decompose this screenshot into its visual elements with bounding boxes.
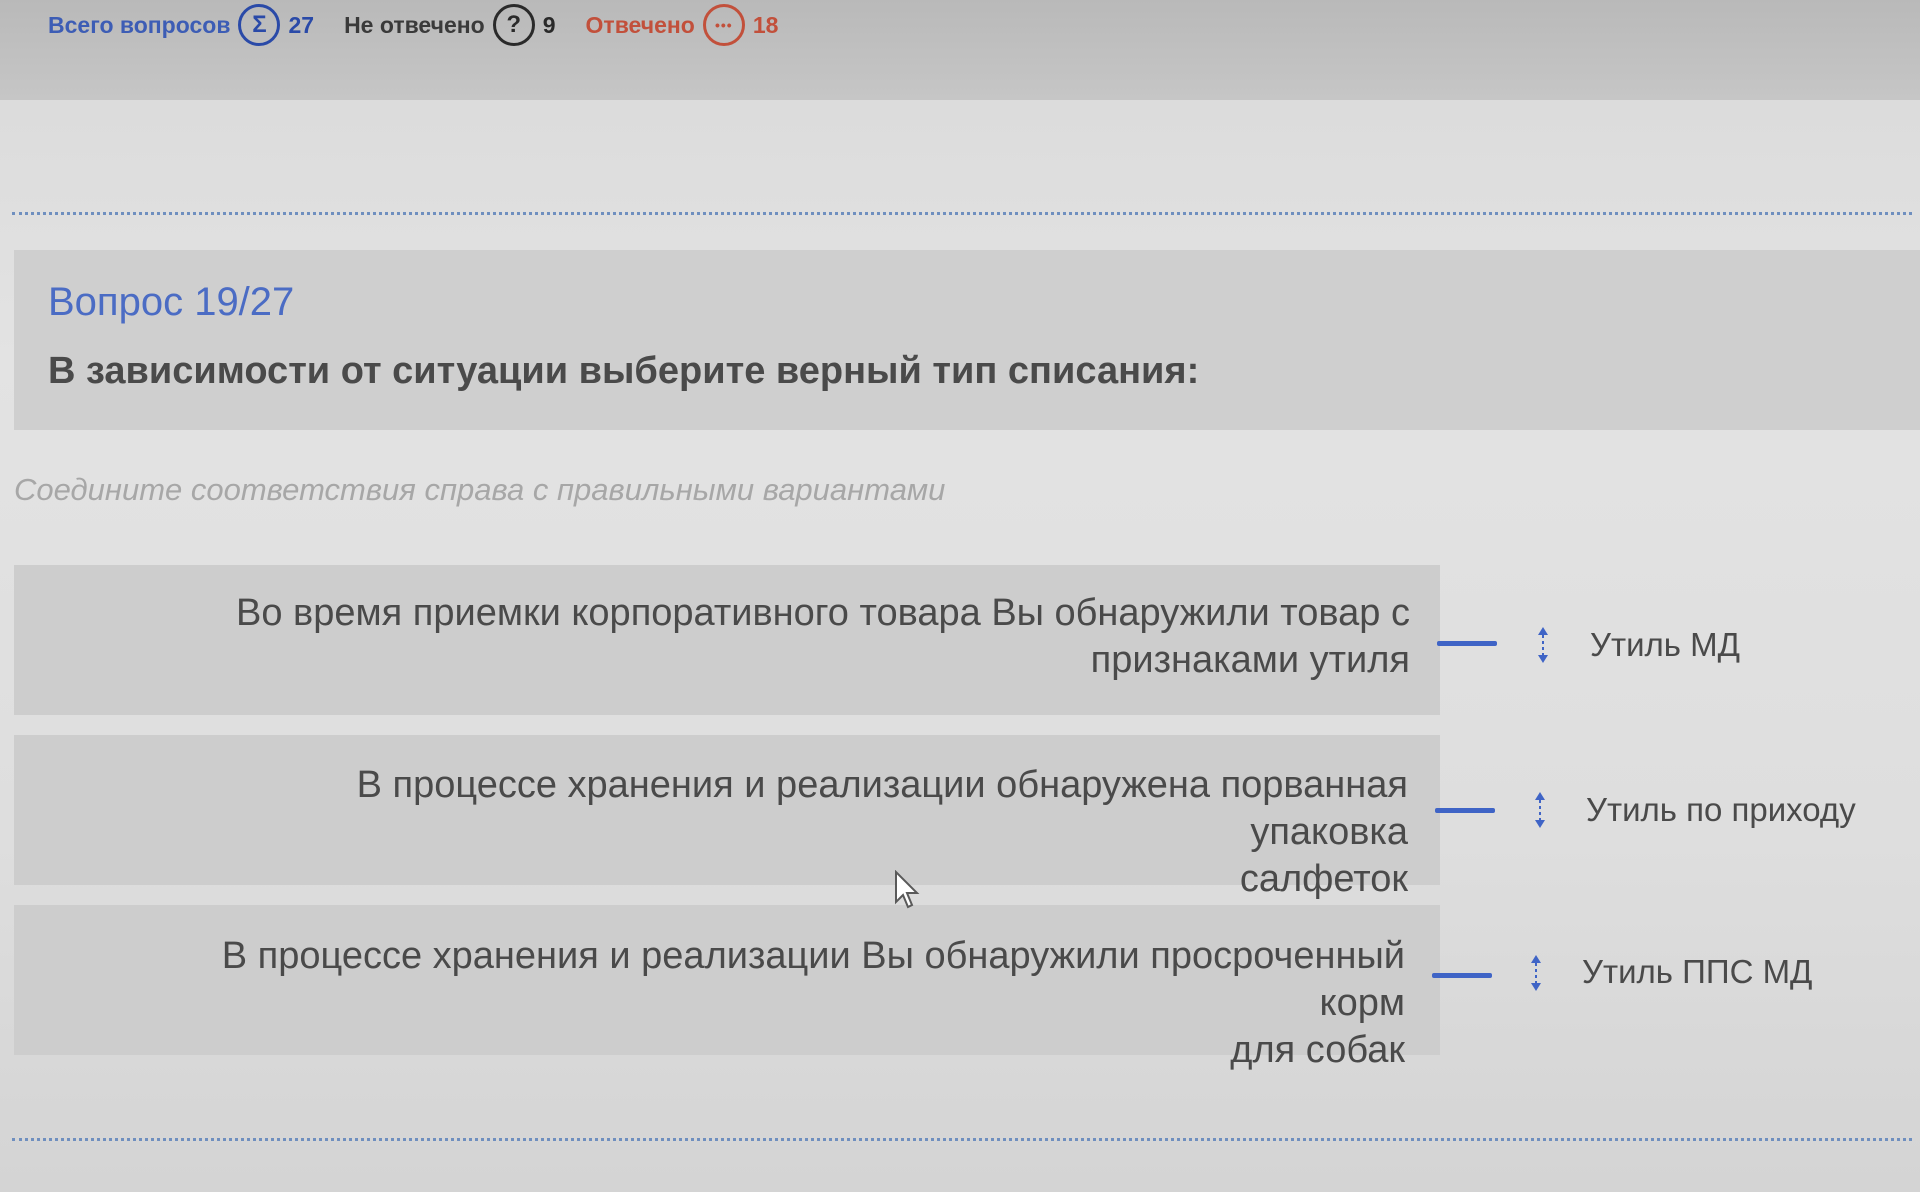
match-premise-line: для собак [1230, 1029, 1405, 1071]
stat-unanswered: Не отвечено ? 9 [344, 4, 556, 46]
question-instruction: Соедините соответствия справа с правильн… [14, 472, 946, 507]
match-connector [1435, 808, 1495, 813]
stat-answered-label: Отвечено [585, 11, 695, 38]
match-premise-line: В процессе хранения и реализации Вы обна… [221, 935, 1405, 1024]
section-divider [12, 212, 1912, 215]
section-divider [12, 1138, 1912, 1141]
dots-icon: ••• [702, 4, 745, 46]
question-stats: Всего вопросов Σ 27 Не отвечено ? 9 Отве… [48, 4, 778, 46]
match-connector [1432, 973, 1492, 978]
drag-handle-icon[interactable] [1532, 790, 1548, 830]
match-premise-line: В процессе хранения и реализации обнаруж… [356, 764, 1408, 853]
mouse-cursor-icon [894, 869, 920, 915]
question-text: В зависимости от ситуации выберите верны… [48, 350, 1200, 392]
stat-total-value: 27 [288, 11, 315, 38]
match-connector [1437, 641, 1497, 646]
match-premise: В процессе хранения и реализации Вы обна… [205, 933, 1405, 1074]
stat-answered-value: 18 [752, 11, 779, 38]
stat-unanswered-label: Не отвечено [344, 11, 485, 38]
drag-handle-icon[interactable] [1535, 625, 1551, 665]
match-premise-line: признаками утиля [1090, 639, 1410, 681]
match-answer[interactable]: Утиль ППС МД [1582, 953, 1812, 991]
match-premise-line: салфеток [1239, 858, 1408, 900]
question-mark-icon: ? [492, 4, 535, 46]
drag-handle-icon[interactable] [1528, 953, 1544, 993]
match-premise-line: Во время приемки корпоративного товара В… [236, 592, 1410, 634]
match-answer[interactable]: Утиль МД [1590, 626, 1740, 664]
top-stats-bar: Всего вопросов Σ 27 Не отвечено ? 9 Отве… [0, 0, 1920, 100]
question-header-box [14, 250, 1920, 430]
match-premise: Во время приемки корпоративного товара В… [210, 590, 1410, 684]
stat-unanswered-value: 9 [542, 11, 556, 38]
question-number: Вопрос 19/27 [48, 280, 295, 324]
match-premise: В процессе хранения и реализации обнаруж… [208, 762, 1408, 903]
stat-answered: Отвечено ••• 18 [585, 4, 779, 46]
sigma-icon: Σ [238, 4, 281, 46]
match-answer[interactable]: Утиль по приходу [1586, 791, 1856, 829]
stat-total: Всего вопросов Σ 27 [48, 4, 314, 46]
stat-total-label: Всего вопросов [48, 11, 231, 38]
